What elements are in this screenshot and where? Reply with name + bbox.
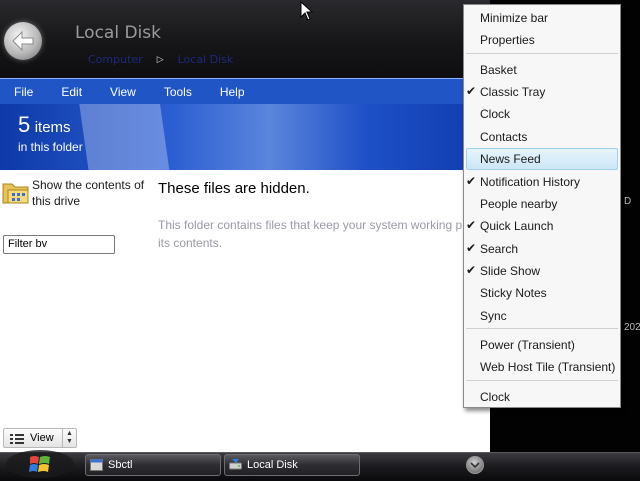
- menu-item-label: Minimize bar: [480, 11, 549, 25]
- menu-item-web-host-tile-transient[interactable]: Web Host Tile (Transient): [466, 356, 618, 378]
- back-button[interactable]: [4, 22, 42, 60]
- back-arrow-icon: [12, 30, 34, 52]
- folder-header-band: [0, 104, 490, 170]
- view-button-label: View: [30, 432, 54, 444]
- menu-item-label: Sticky Notes: [480, 286, 547, 300]
- menu-item-label: Slide Show: [480, 264, 541, 278]
- menu-view[interactable]: View: [96, 85, 150, 99]
- menu-item-quick-launch[interactable]: ✔ Quick Launch: [466, 215, 618, 237]
- item-count: 5 items: [18, 112, 71, 138]
- tray-chevron-button[interactable]: [466, 456, 484, 474]
- menu-item-label: Contacts: [480, 130, 528, 144]
- menu-item-label: People nearby: [480, 197, 558, 211]
- menu-item-label: Clock: [480, 390, 511, 404]
- checkmark-icon: ✔: [466, 218, 477, 232]
- drive-icon: [229, 459, 242, 470]
- context-menu: Minimize bar Properties Basket ✔ Classic…: [463, 4, 621, 408]
- view-button[interactable]: View ▲ ▼: [3, 428, 77, 448]
- checkmark-icon: ✔: [466, 241, 477, 255]
- menu-item-search[interactable]: ✔ Search: [466, 238, 618, 260]
- menu-separator: [466, 328, 618, 329]
- menu-item-label: Properties: [480, 33, 535, 47]
- menu-item-clock-tile[interactable]: Clock: [466, 386, 618, 408]
- item-count-subtitle: in this folder: [18, 140, 83, 154]
- menu-item-news-feed[interactable]: News Feed: [466, 148, 618, 170]
- chevron-down-icon: [470, 462, 480, 469]
- menu-item-label: Quick Launch: [480, 219, 554, 233]
- window-titlebar: [0, 0, 490, 78]
- menu-item-sync[interactable]: Sync: [466, 305, 618, 327]
- menu-item-label: Sync: [480, 309, 507, 323]
- start-button[interactable]: [4, 448, 76, 480]
- window-app-icon: [90, 459, 103, 471]
- taskbar-button-label: Sbctl: [108, 459, 133, 471]
- hidden-files-description: This folder contains files that keep you…: [158, 216, 468, 252]
- menu-bar: File Edit View Tools Help: [0, 78, 490, 105]
- menu-item-people-nearby[interactable]: People nearby: [466, 193, 618, 215]
- chevron-down-icon[interactable]: ▼: [63, 438, 76, 446]
- menu-item-label: Notification History: [480, 175, 581, 189]
- menu-item-slide-show[interactable]: ✔ Slide Show: [466, 260, 618, 282]
- menu-separator: [466, 380, 618, 381]
- folder-icon: [2, 183, 29, 204]
- mouse-cursor-icon: [300, 1, 314, 21]
- checkmark-icon: ✔: [466, 84, 477, 98]
- menu-item-label: Web Host Tile (Transient): [480, 360, 616, 374]
- menu-item-power-transient[interactable]: Power (Transient): [466, 334, 618, 356]
- menu-item-minimize-bar[interactable]: Minimize bar: [466, 7, 618, 29]
- menu-item-label: Power (Transient): [480, 338, 575, 352]
- item-count-word: items: [34, 119, 71, 136]
- menu-separator: [466, 53, 618, 54]
- hidden-files-title: These files are hidden.: [158, 180, 310, 197]
- menu-help[interactable]: Help: [206, 85, 259, 99]
- document-watermark-icon: [78, 104, 172, 170]
- menu-edit[interactable]: Edit: [47, 85, 96, 99]
- show-drive-contents-link[interactable]: Show the contents of this drive: [32, 177, 154, 209]
- checkmark-icon: ✔: [466, 174, 477, 188]
- taskbar-button-local-disk[interactable]: Local Disk: [224, 454, 360, 476]
- menu-item-contacts[interactable]: Contacts: [466, 126, 618, 148]
- partial-desktop-text-2: 202: [624, 322, 640, 333]
- window-title: Local Disk: [75, 23, 161, 43]
- menu-item-label: Search: [480, 242, 519, 256]
- menu-item-label: Clock: [480, 107, 511, 121]
- hidden-files-description-line-2: its contents.: [158, 236, 223, 250]
- chevron-right-icon[interactable]: ▷: [157, 55, 164, 65]
- menu-item-sticky-notes[interactable]: Sticky Notes: [466, 282, 618, 304]
- breadcrumb-item-local-disk[interactable]: Local Disk: [178, 53, 234, 66]
- menu-item-notification-history[interactable]: ✔ Notification History: [466, 171, 618, 193]
- hidden-files-description-line-1: This folder contains files that keep you…: [158, 218, 463, 232]
- menu-item-classic-tray[interactable]: ✔ Classic Tray: [466, 81, 618, 103]
- breadcrumb-item-computer[interactable]: Computer: [88, 53, 143, 66]
- taskbar-button-sbctl[interactable]: Sbctl: [85, 454, 221, 476]
- checkmark-icon: ✔: [466, 263, 477, 277]
- breadcrumb: Computer ▷ Local Disk: [88, 53, 233, 66]
- menu-item-clock[interactable]: Clock: [466, 103, 618, 125]
- filter-input[interactable]: Filter bv: [3, 235, 115, 254]
- menu-file[interactable]: File: [0, 85, 47, 99]
- menu-item-basket[interactable]: Basket: [466, 59, 618, 81]
- menu-item-label: Classic Tray: [480, 85, 546, 99]
- taskbar-button-label: Local Disk: [247, 459, 298, 471]
- menu-item-label: News Feed: [480, 152, 541, 166]
- view-list-icon: [10, 434, 24, 444]
- menu-item-properties[interactable]: Properties: [466, 29, 618, 51]
- menu-item-label: Basket: [480, 63, 517, 77]
- partial-desktop-text-1: D: [624, 196, 632, 207]
- item-count-number: 5: [18, 112, 31, 137]
- content-pane: [0, 170, 490, 452]
- menu-tools[interactable]: Tools: [150, 85, 206, 99]
- view-spinner[interactable]: ▲ ▼: [62, 429, 76, 447]
- chevron-up-icon[interactable]: ▲: [63, 430, 76, 438]
